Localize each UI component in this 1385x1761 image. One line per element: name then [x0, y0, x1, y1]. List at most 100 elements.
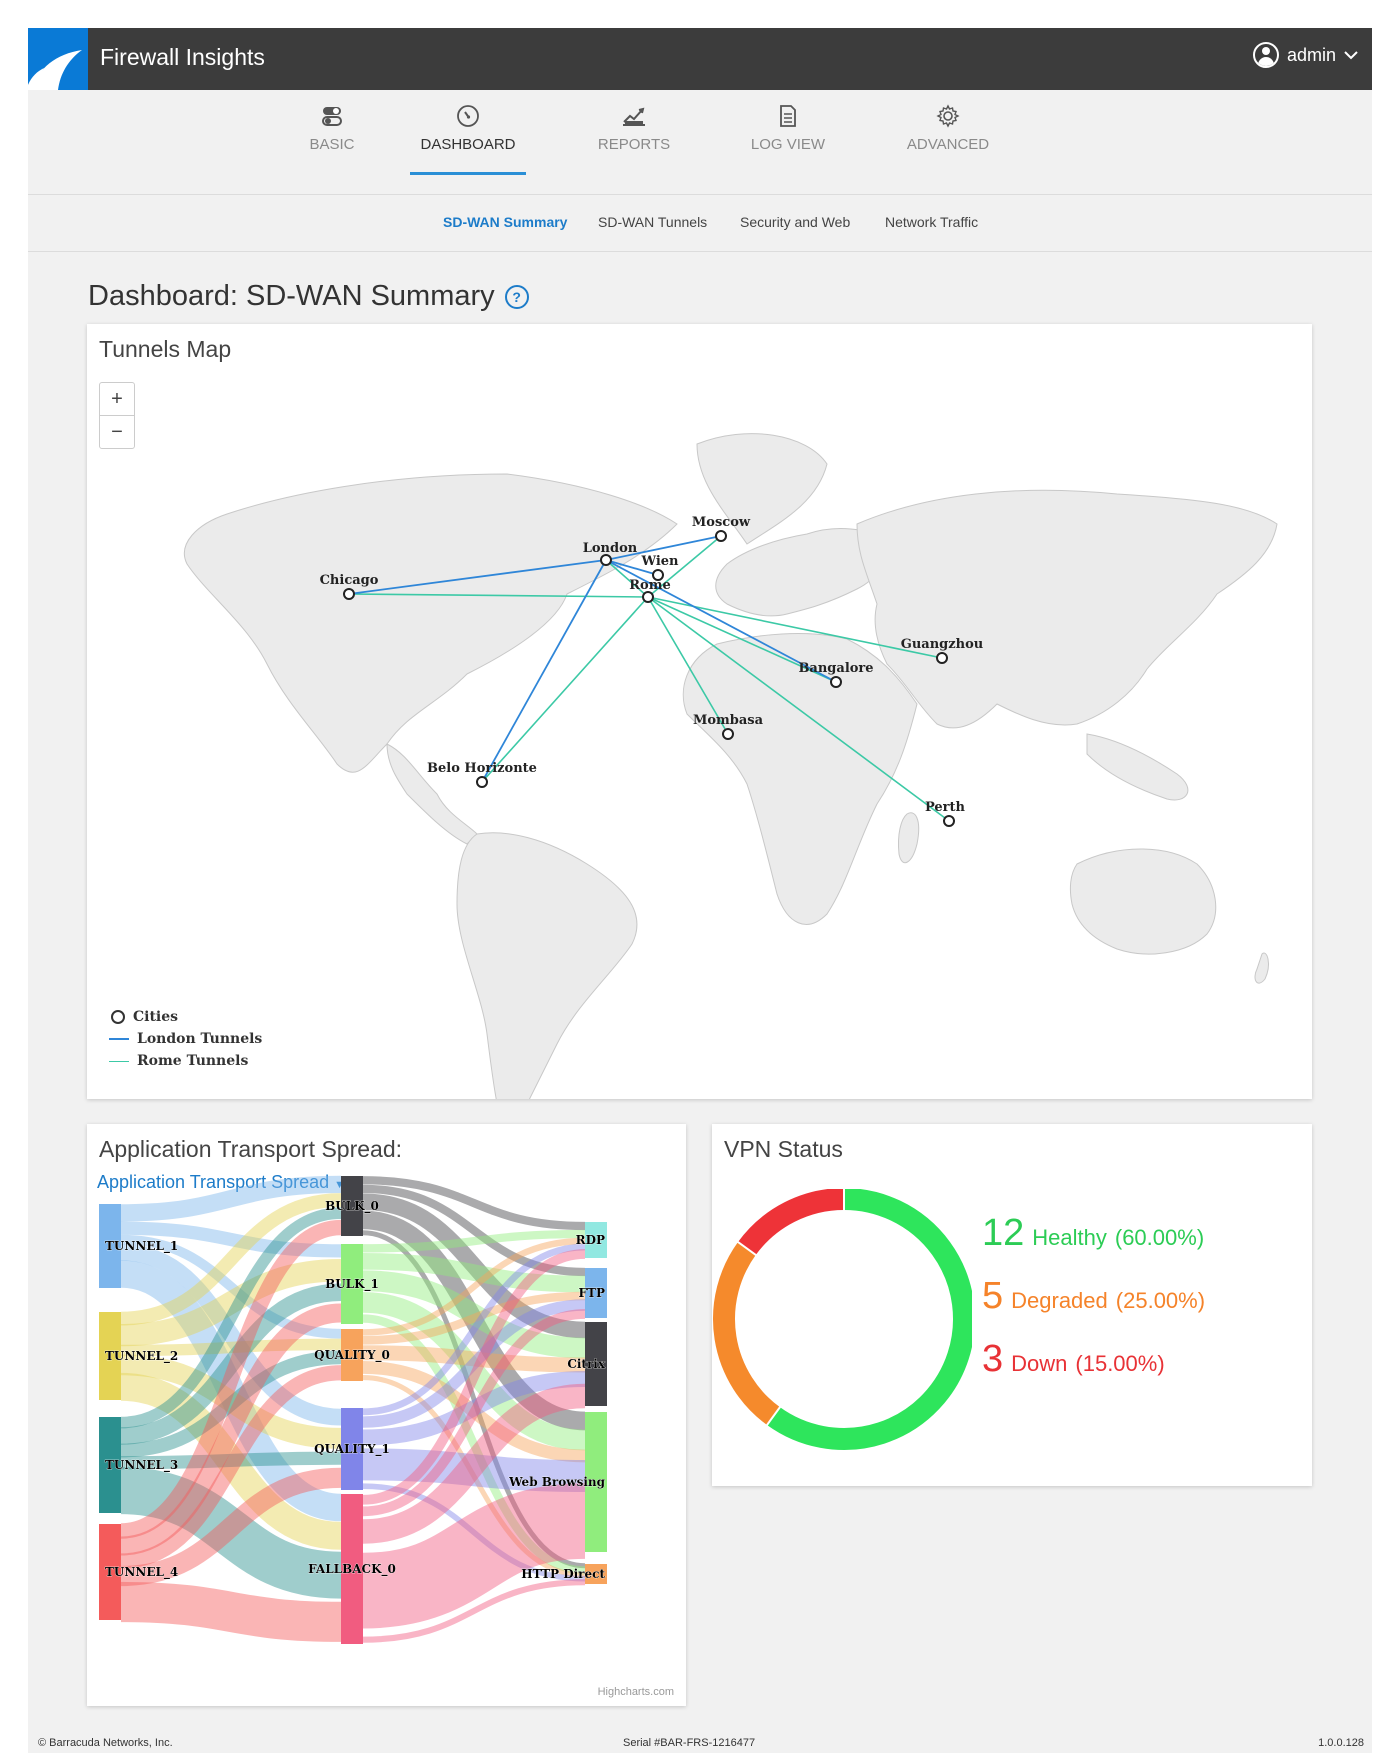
user-icon: [1252, 42, 1279, 68]
sankey-label-fallback-0: FALLBACK_0: [308, 1562, 396, 1577]
user-name: admin: [1286, 44, 1336, 65]
gear-icon: [888, 100, 1008, 132]
subnav-sd-wan-tunnels[interactable]: SD-WAN Tunnels: [598, 214, 707, 230]
north-america-shape: [183, 473, 678, 773]
sankey-label-tunnel-3: TUNNEL_3: [105, 1458, 178, 1473]
new-zealand-shape: [1254, 952, 1269, 984]
sankey-link-tunnel-4-fallback-0[interactable]: [120, 1581, 342, 1642]
city-label-bangalore: Bangalore: [798, 661, 873, 676]
nav-reports[interactable]: REPORTS: [574, 100, 694, 153]
footer-version: 1.0.0.128: [1318, 1737, 1364, 1749]
vpn-healthy: 12 Healthy (60.00%): [982, 1212, 1205, 1255]
highcharts-credit[interactable]: Highcharts.com: [598, 1686, 674, 1698]
subnav-security-and-web[interactable]: Security and Web: [740, 214, 850, 230]
tunnels-map-card: Tunnels Map + − Moscow London Wien Rome Chic…: [87, 324, 1312, 1099]
vpn-status-card: VPN Status 12 Healthy (60.00%) 5 Degrade…: [712, 1124, 1312, 1486]
sankey-label-tunnel-1: TUNNEL_1: [105, 1239, 178, 1254]
footer-copyright: © Barracuda Networks, Inc.: [38, 1737, 173, 1749]
vpn-healthy-label: Healthy: [1032, 1225, 1107, 1250]
city-label-wien: Wien: [640, 554, 679, 569]
world-map[interactable]: Moscow LondonWien Rome Chicago Guangzhou Bang…: [87, 324, 1312, 1099]
barracuda-logo[interactable]: [28, 28, 88, 90]
city-marker-london[interactable]: [600, 554, 612, 566]
city-label-chicago: Chicago: [320, 573, 379, 588]
south-america-shape: [456, 832, 638, 1099]
vpn-degraded-percent: (25.00%): [1115, 1288, 1206, 1313]
sub-nav: SD-WAN Summary SD-WAN Tunnels Security a…: [28, 195, 1372, 252]
sankey-label-quality-0: QUALITY_0: [314, 1348, 390, 1363]
nav-advanced[interactable]: ADVANCED: [888, 100, 1008, 153]
vpn-slice-degraded[interactable]: [713, 1242, 781, 1425]
vpn-slice-down[interactable]: [738, 1189, 845, 1256]
city-marker-mombasa[interactable]: [722, 728, 734, 740]
vpn-slice-healthy[interactable]: [767, 1189, 972, 1450]
legend-cities-label: Cities: [133, 1009, 179, 1025]
sankey-label-bulk-1: BULK_1: [325, 1277, 379, 1292]
main-nav: BASIC DASHBOARD REPORTS LOG VIEW ADVANCE…: [28, 90, 1372, 195]
sankey-label-tunnel-2: TUNNEL_2: [105, 1349, 178, 1364]
legend-rome-tunnels[interactable]: Rome Tunnels: [109, 1050, 262, 1072]
footer: © Barracuda Networks, Inc. Serial #BAR-F…: [28, 1735, 1372, 1753]
city-circle-icon: [111, 1010, 125, 1024]
city-marker-perth[interactable]: [943, 815, 955, 827]
city-marker-guangzhou[interactable]: [936, 652, 948, 664]
asia-shape: [856, 489, 1278, 729]
legend-london-tunnels[interactable]: London Tunnels: [109, 1028, 262, 1050]
transport-card: Application Transport Spread: Applicatio…: [87, 1124, 686, 1706]
sankey-label-bulk-0: BULK_0: [325, 1199, 379, 1214]
vpn-healthy-count: 12: [982, 1212, 1025, 1254]
vpn-down: 3 Down (15.00%): [982, 1338, 1205, 1381]
speedometer-icon: [408, 100, 528, 132]
nav-reports-label: REPORTS: [597, 136, 671, 153]
nav-log-view[interactable]: LOG VIEW: [728, 100, 848, 153]
nav-basic-label: BASIC: [309, 136, 355, 153]
southeast-asia-shape: [1086, 733, 1189, 801]
city-marker-belo-horizonte[interactable]: [476, 776, 488, 788]
sankey-label-ftp: FTP: [579, 1286, 605, 1300]
city-marker-rome[interactable]: [642, 591, 654, 603]
city-label-moscow: Moscow: [692, 515, 751, 530]
sankey-label-web-browsing: Web Browsing: [508, 1475, 606, 1489]
australia-shape: [1069, 848, 1217, 955]
page-title: Dashboard: SD-WAN Summary ?: [88, 280, 529, 313]
toggles-icon: [272, 100, 392, 132]
nav-basic[interactable]: BASIC: [272, 100, 392, 153]
vpn-status-title: VPN Status: [724, 1136, 843, 1162]
sankey-chart[interactable]: TUNNEL_1 TUNNEL_2 TUNNEL_3 TUNNEL_4 BULK_0 BU…: [87, 1124, 686, 1706]
rome-line-icon: [109, 1060, 129, 1062]
city-marker-moscow[interactable]: [715, 530, 727, 542]
city-label-london: London: [583, 541, 638, 556]
africa-shape: [682, 633, 918, 925]
nav-dashboard[interactable]: DASHBOARD: [408, 100, 528, 175]
subnav-sd-wan-summary[interactable]: SD-WAN Summary: [443, 214, 567, 230]
chart-icon: [574, 100, 694, 132]
sankey-label-http-direct: HTTP Direct: [521, 1567, 605, 1581]
central-america-shape: [386, 743, 478, 845]
madagascar-shape: [898, 812, 920, 864]
app-title: Firewall Insights: [100, 44, 265, 70]
vpn-degraded-label: Degraded: [1011, 1288, 1108, 1313]
top-bar: Firewall Insights admin: [28, 28, 1372, 90]
city-marker-chicago[interactable]: [343, 588, 355, 600]
subnav-network-traffic[interactable]: Network Traffic: [885, 214, 978, 230]
sankey-label-quality-1: QUALITY_1: [314, 1442, 390, 1457]
vpn-degraded-count: 5: [982, 1275, 1004, 1317]
city-label-perth: Perth: [925, 800, 966, 815]
user-menu[interactable]: admin: [1252, 42, 1358, 68]
page-title-text: Dashboard: SD-WAN Summary: [88, 280, 495, 312]
london-line-icon: [109, 1038, 129, 1040]
vpn-donut-chart[interactable]: [712, 1189, 972, 1469]
legend-cities[interactable]: Cities: [109, 1006, 262, 1028]
nav-advanced-label: ADVANCED: [906, 136, 990, 153]
help-icon[interactable]: ?: [504, 284, 529, 309]
vpn-down-label: Down: [1011, 1351, 1068, 1376]
chevron-down-icon: [1344, 51, 1358, 60]
sankey-label-tunnel-4: TUNNEL_4: [105, 1565, 178, 1580]
vpn-healthy-percent: (60.00%): [1114, 1225, 1205, 1250]
legend-rome-label: Rome Tunnels: [137, 1053, 249, 1069]
city-label-guangzhou: Guangzhou: [901, 637, 983, 652]
vpn-down-percent: (15.00%): [1075, 1351, 1165, 1376]
legend-london-label: London Tunnels: [137, 1031, 263, 1047]
city-label-belo-horizonte: Belo Horizonte: [427, 761, 537, 776]
city-marker-bangalore[interactable]: [830, 676, 842, 688]
